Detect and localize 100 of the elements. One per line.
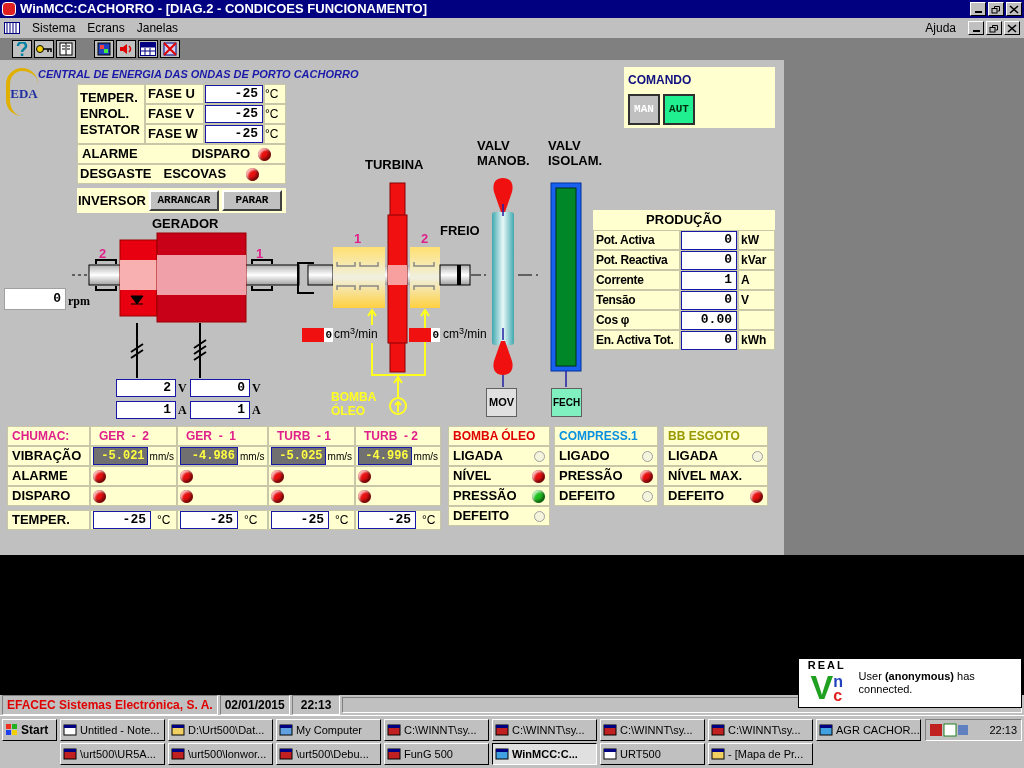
bearing-number: 1 <box>354 230 362 248</box>
key-icon[interactable] <box>34 40 54 58</box>
unit-label: A <box>741 272 750 289</box>
rpm-field: 0 <box>4 288 66 310</box>
taskbar-button[interactable]: C:\WINNT\sy... <box>492 719 597 741</box>
label: PRESSÃO <box>559 467 623 486</box>
help-icon[interactable] <box>12 40 32 58</box>
app-icon <box>387 747 401 761</box>
taskbar-button[interactable]: C:\WINNT\sy... <box>708 719 813 741</box>
app-icon <box>2 2 16 16</box>
shaft-centerline <box>71 274 89 276</box>
taskbar-button[interactable]: D:\Urt500\Dat... <box>168 719 273 741</box>
label: VALV <box>548 138 582 153</box>
vibration-field: -4.996 <box>358 447 412 465</box>
valve-state-button[interactable]: MOV <box>486 388 517 417</box>
taskbar-button[interactable]: My Computer <box>276 719 381 741</box>
label: ESTATOR <box>80 122 141 138</box>
close-icon <box>1007 23 1017 33</box>
command-button[interactable]: PARAR <box>221 190 282 211</box>
unit-label: °C <box>157 512 171 529</box>
unit-label: °C <box>422 512 436 529</box>
value-field: 0 <box>681 250 737 270</box>
close-button[interactable] <box>1004 21 1020 35</box>
table-icon[interactable] <box>138 40 158 58</box>
label: Pot. Activa <box>596 232 655 249</box>
cable-line <box>193 322 207 379</box>
app-icon <box>603 723 617 737</box>
close-icon[interactable] <box>160 40 180 58</box>
menu-item[interactable]: Ajuda <box>925 19 956 37</box>
bearing-number: 2 <box>99 245 107 263</box>
restore-button[interactable] <box>988 2 1004 16</box>
minimize-button[interactable] <box>970 2 986 16</box>
value-field: -25 <box>358 511 416 529</box>
value-field: -25 <box>205 85 263 103</box>
time: 22:13 <box>291 695 341 715</box>
value-field: 2 <box>116 379 176 397</box>
document-icon <box>4 22 20 34</box>
restore-icon <box>989 23 999 33</box>
taskbar-button[interactable]: AGR CACHOR... <box>816 719 921 741</box>
windows-logo-icon <box>5 724 19 736</box>
value-field: 0.00 <box>681 310 737 330</box>
label: ENROL. <box>80 106 131 122</box>
book-icon[interactable] <box>56 40 76 58</box>
app-icon <box>819 723 833 737</box>
app-icon <box>711 747 725 761</box>
panel-title: BB ESGOTO <box>668 428 740 445</box>
app-icon <box>63 747 77 761</box>
label: NÍVEL <box>453 467 492 486</box>
menu-item[interactable]: Sistema <box>32 19 76 37</box>
app-icon <box>279 723 293 737</box>
row-label: TEMPER. <box>12 511 70 530</box>
minimize-icon <box>974 11 982 13</box>
window-title: WinMCC:CACHORRO - [DIAG.2 - CONDICOES FUNCIONAMENTO] <box>20 0 428 19</box>
bearing-number: 2 <box>421 230 429 248</box>
restore-button[interactable] <box>986 21 1002 35</box>
value-field: 0 <box>190 379 250 397</box>
mode-button[interactable]: AUT <box>663 94 695 125</box>
value-field: 1 <box>681 270 737 290</box>
label: Pot. Reactiva <box>596 252 668 269</box>
minimize-button[interactable] <box>968 21 984 35</box>
taskbar-button[interactable]: FunG 500 <box>384 743 489 765</box>
start-button[interactable]: Start <box>2 719 57 741</box>
taskbar-button[interactable]: Untitled - Note... <box>60 719 165 741</box>
label: LIGADA <box>668 447 718 466</box>
grid-icon[interactable] <box>94 40 114 58</box>
taskbar-button[interactable]: \urt500\UR5A... <box>60 743 165 765</box>
unit-label: mm/s <box>149 449 174 464</box>
app-icon <box>171 723 185 737</box>
flow-field: 0 <box>302 328 333 342</box>
close-button[interactable] <box>1006 2 1022 16</box>
shaft-end-drawing <box>439 264 489 286</box>
speaker-icon[interactable] <box>116 40 136 58</box>
close-icon <box>1009 4 1019 14</box>
tray-icon <box>930 723 970 737</box>
unit-label: mm/s <box>413 449 438 464</box>
plant-title: CENTRAL DE ENERGIA DAS ONDAS DE PORTO CACHORRO <box>38 67 359 82</box>
panel-title: COMPRESS.1 <box>559 428 638 445</box>
label: DISPARO <box>191 145 250 164</box>
app-icon <box>387 723 401 737</box>
taskbar-button[interactable]: URT500 <box>600 743 705 765</box>
logo: EDA <box>6 68 38 116</box>
bearing-number: 1 <box>256 245 264 263</box>
menu-item[interactable]: Ecrans <box>87 19 125 37</box>
menu-item[interactable]: Janelas <box>136 19 179 37</box>
valve-state-button[interactable]: FECH <box>551 388 582 417</box>
command-button[interactable]: ARRANCAR <box>148 190 219 211</box>
value-field: 1 <box>190 401 250 419</box>
taskbar-button[interactable]: - [Mapa de Pr... <box>708 743 813 765</box>
taskbar-button[interactable]: C:\WINNT\sy... <box>600 719 705 741</box>
column-header: GER - 1 <box>186 428 236 445</box>
unit-label: °C <box>244 512 258 529</box>
taskbar-button[interactable]: \urt500\lonwor... <box>168 743 273 765</box>
minimize-icon <box>972 30 980 32</box>
value-field: 0 <box>681 290 737 310</box>
taskbar-button[interactable]: C:\WINNT\sy... <box>384 719 489 741</box>
label: BOMBA <box>331 390 377 404</box>
taskbar-button[interactable]: WinMCC:C... <box>492 743 597 765</box>
column-header: TURB - 2 <box>364 428 418 445</box>
taskbar-button[interactable]: \urt500\Debu... <box>276 743 381 765</box>
label: GERADOR <box>152 216 219 232</box>
